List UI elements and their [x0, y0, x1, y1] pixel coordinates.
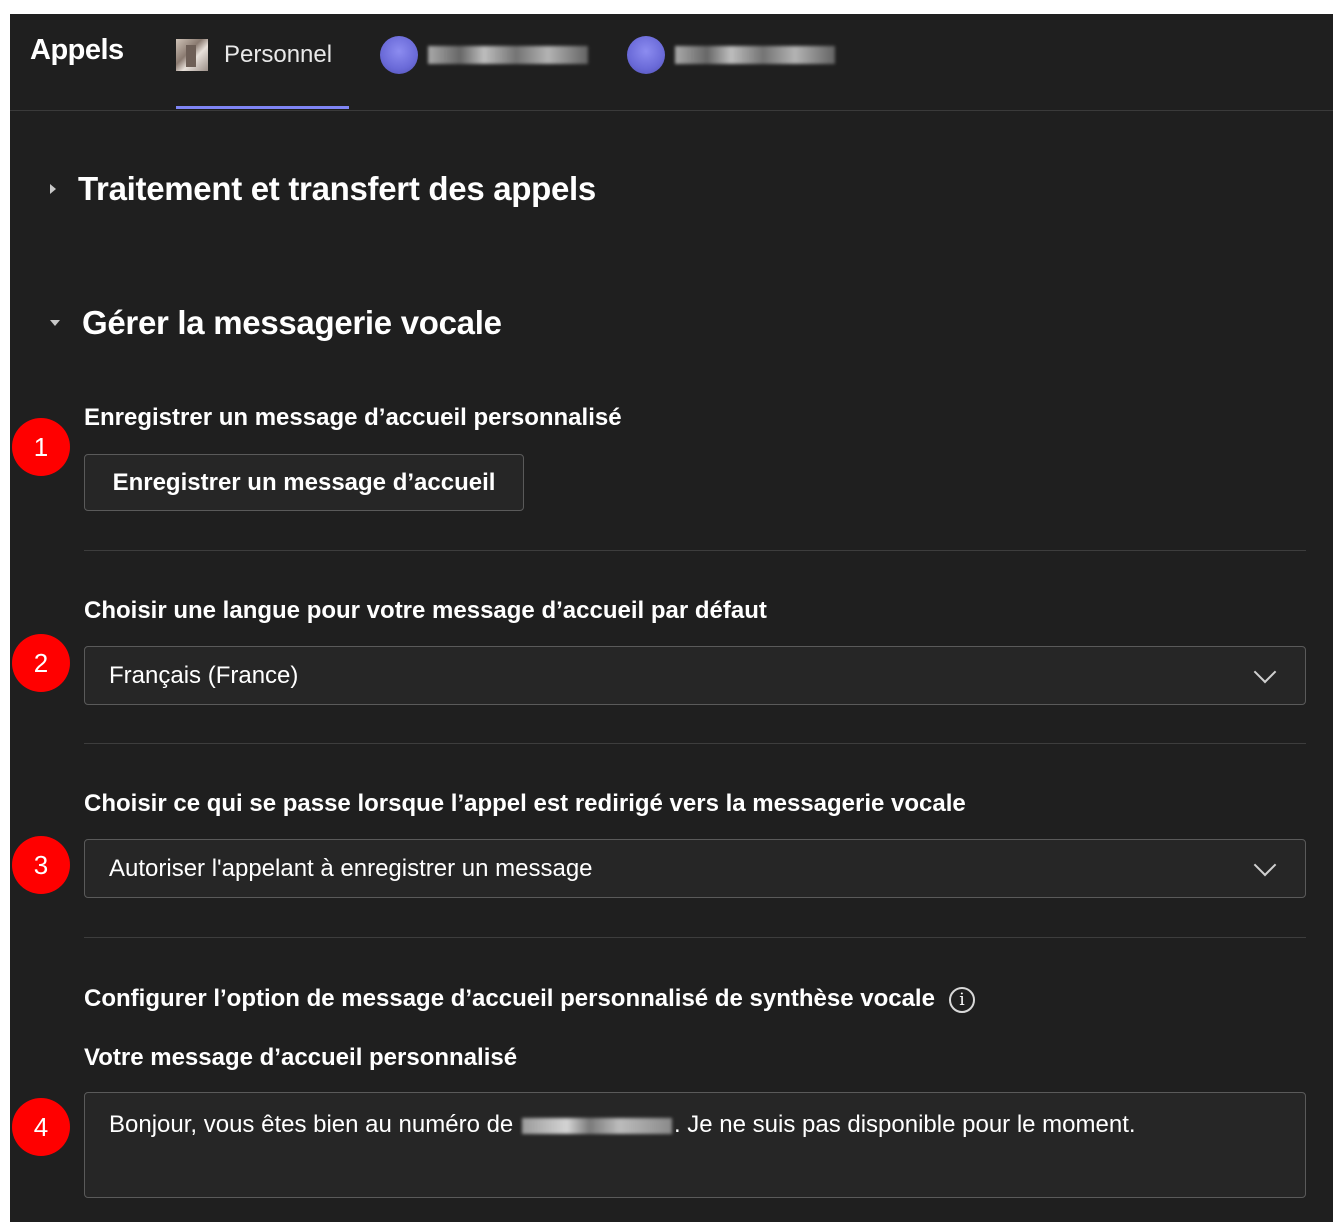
annotation-badge-2: 2: [12, 634, 70, 692]
select-value: Français (France): [109, 661, 299, 689]
custom-message-textarea[interactable]: Bonjour, vous êtes bien au numéro de . J…: [84, 1092, 1306, 1198]
tab-personnel[interactable]: Personnel: [176, 38, 332, 72]
header: Appels Personnel: [10, 14, 1333, 111]
redacted-name: [521, 1117, 672, 1134]
message-prefix: Bonjour, vous êtes bien au numéro de: [109, 1111, 514, 1138]
caret-right-icon: [50, 184, 56, 194]
app-title: Appels: [30, 34, 124, 66]
tab-redacted-1[interactable]: [380, 36, 588, 74]
greeting-language-label: Choisir une langue pour votre message d’…: [84, 597, 767, 624]
active-tab-indicator: [176, 106, 349, 109]
avatar: [380, 36, 418, 74]
record-greeting-button[interactable]: Enregistrer un message d’accueil: [84, 454, 524, 511]
chevron-down-icon: [1253, 660, 1277, 683]
calls-settings-window: Appels Personnel Traitement et transfert…: [10, 14, 1333, 1222]
annotation-badge-3: 3: [12, 836, 70, 894]
annotation-badge-1: 1: [12, 418, 70, 476]
section-title: Gérer la messagerie vocale: [82, 304, 502, 341]
section-call-handling[interactable]: Traitement et transfert des appels: [50, 170, 596, 208]
divider: [84, 550, 1306, 551]
redacted-tab-label: [675, 46, 835, 64]
select-value: Autoriser l'appelant à enregistrer un me…: [109, 854, 593, 882]
divider: [84, 743, 1306, 744]
custom-message-label: Votre message d’accueil personnalisé: [84, 1044, 518, 1071]
caret-down-icon: [50, 320, 60, 326]
tab-redacted-2[interactable]: [627, 36, 835, 74]
annotation-badge-4: 4: [12, 1098, 70, 1156]
tts-greeting-label-text: Configurer l’option de message d’accueil…: [84, 985, 935, 1012]
tab-label: Personnel: [224, 41, 333, 68]
info-icon[interactable]: i: [948, 986, 975, 1013]
chevron-down-icon: [1253, 853, 1277, 876]
record-greeting-label: Enregistrer un message d’accueil personn…: [84, 404, 622, 431]
redirect-action-label: Choisir ce qui se passe lorsque l’appel …: [84, 790, 966, 817]
avatar: [176, 39, 208, 71]
section-title: Traitement et transfert des appels: [78, 170, 596, 207]
divider: [84, 937, 1306, 938]
tts-greeting-label: Configurer l’option de message d’accueil…: [84, 985, 975, 1013]
greeting-language-select[interactable]: Français (France): [84, 646, 1306, 705]
redacted-tab-label: [428, 46, 588, 64]
redirect-action-select[interactable]: Autoriser l'appelant à enregistrer un me…: [84, 839, 1306, 898]
message-suffix: . Je ne suis pas disponible pour le mome…: [673, 1111, 1136, 1138]
avatar: [627, 36, 665, 74]
section-voicemail[interactable]: Gérer la messagerie vocale: [50, 304, 502, 342]
